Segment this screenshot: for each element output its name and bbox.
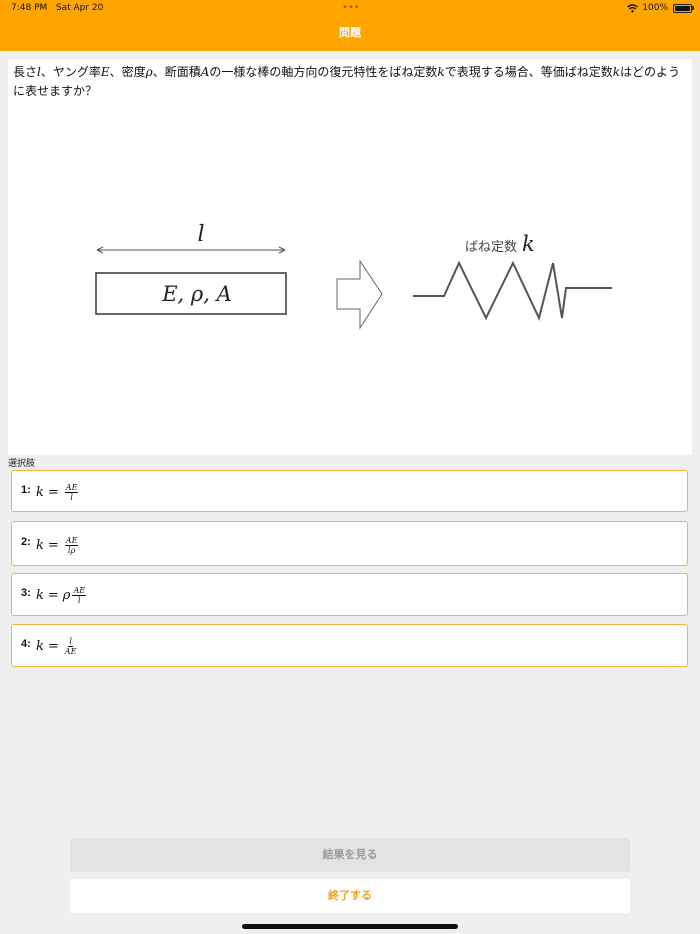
finish-button[interactable]: 終了する (70, 879, 630, 913)
fraction-numerator: AE (72, 585, 87, 596)
choice-number: 2: (21, 536, 31, 548)
status-time-text: 7:48 PM (11, 3, 48, 13)
battery-icon (673, 4, 692, 13)
choice-option-4[interactable]: 4: k = l AE (11, 624, 688, 667)
spring-label-symbol: k (522, 232, 535, 256)
choice-option-2[interactable]: 2: k = AE lρ (11, 521, 688, 566)
status-time: 7:48 PM Sat Apr 20 (11, 3, 103, 13)
fraction-denominator: l (77, 595, 81, 605)
formula-equals: = (47, 587, 59, 603)
choice-formula: k = ρ AE l (36, 580, 87, 610)
navigation-bar: 7:48 PM Sat Apr 20 ••• 100% 問題 (0, 0, 700, 51)
formula-equals: = (47, 484, 59, 500)
formula-lhs: k (36, 537, 44, 553)
math-E: E (100, 65, 110, 79)
spring-icon (413, 260, 612, 321)
question-segment: 、密度 (109, 65, 146, 79)
multitasking-dots[interactable]: ••• (342, 2, 360, 13)
arrow-right-icon (336, 259, 383, 330)
spring-label: ばね定数 k (465, 232, 535, 256)
formula-lhs: k (36, 638, 44, 654)
battery-tip (692, 6, 694, 10)
question-segment: 長さ (13, 65, 38, 79)
formula-fraction: AE lρ (64, 535, 79, 555)
status-right: 100% (627, 3, 668, 13)
choice-number: 4: (21, 638, 31, 650)
fraction-denominator: l (70, 492, 73, 502)
math-k: k (612, 65, 620, 79)
home-indicator[interactable] (242, 924, 458, 929)
length-arrow (96, 246, 286, 254)
formula-equals: = (47, 638, 59, 654)
choice-number: 1: (21, 484, 31, 496)
fraction-denominator: lρ (67, 545, 76, 555)
choice-number: 3: (21, 587, 31, 599)
formula-equals: = (47, 537, 59, 553)
question-segment: で表現する場合、等価ばね定数 (444, 65, 613, 79)
question-figure: l E, ρ, A ばね定数 k (95, 222, 612, 330)
math-rho: ρ (145, 65, 153, 79)
fraction-numerator: l (68, 636, 73, 647)
formula-lhs: k (36, 587, 44, 603)
page-title: 問題 (339, 26, 361, 39)
formula-fraction: AE l (64, 482, 79, 502)
question-card: 長さl、ヤング率E、密度ρ、断面積Aの一様な棒の軸方向の復元特性をばね定数kで表… (8, 59, 692, 455)
choices-section-label: 選択肢 (8, 459, 36, 469)
formula-fraction: l AE (65, 637, 77, 656)
fraction-numerator: AE (64, 535, 79, 546)
question-segment: 、ヤング率 (40, 65, 101, 79)
choice-formula: k = AE lρ (36, 530, 79, 560)
rod-label: E, ρ, A (161, 282, 232, 306)
battery-percent: 100% (642, 3, 668, 13)
math-k: k (437, 65, 445, 79)
question-segment: 、断面積 (152, 65, 201, 79)
choice-option-3[interactable]: 3: k = ρ AE l (11, 573, 688, 616)
length-label: l (197, 222, 204, 247)
fraction-numerator: AE (64, 482, 79, 493)
status-date-text: Sat Apr 20 (55, 3, 104, 13)
choice-option-1[interactable]: 1: k = AE l (11, 470, 688, 512)
formula-prefix: ρ (62, 587, 71, 603)
wifi-icon (627, 3, 639, 12)
question-text: 長さl、ヤング率E、密度ρ、断面積Aの一様な棒の軸方向の復元特性をばね定数kで表… (13, 63, 685, 101)
choice-formula: k = AE l (36, 477, 79, 507)
choice-formula: k = l AE (36, 631, 76, 661)
view-results-button[interactable]: 結果を見る (70, 838, 630, 872)
fraction-denominator: AE (64, 646, 77, 656)
formula-fraction: AE l (72, 585, 87, 605)
formula-lhs: k (36, 484, 44, 500)
spring-label-text: ばね定数 (465, 240, 517, 255)
question-segment: の一様な棒の軸方向の復元特性をばね定数 (209, 65, 438, 79)
